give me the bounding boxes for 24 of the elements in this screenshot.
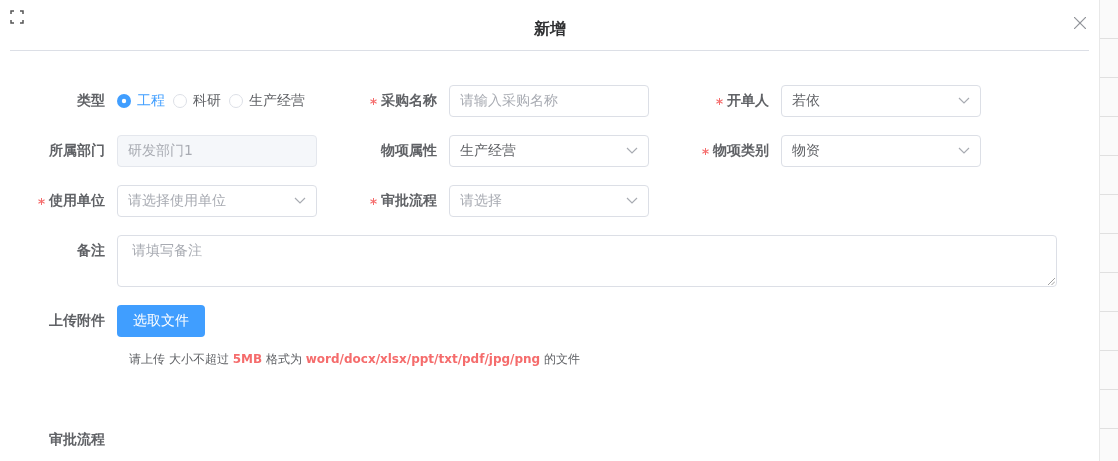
field-label: 备注	[77, 242, 105, 260]
select-file-button[interactable]: 选取文件	[117, 305, 205, 337]
radio-option[interactable]: 科研	[173, 92, 221, 110]
dialog-title: 新增	[533, 17, 566, 40]
input-field[interactable]: 请输入采购名称	[449, 85, 649, 117]
field-label: 所属部门	[49, 142, 105, 160]
select-field[interactable]: 请选择使用单位	[117, 185, 317, 217]
field-label: 物项类别	[713, 142, 769, 160]
field-label: 使用单位	[49, 192, 105, 210]
select-field[interactable]: 若依	[781, 85, 981, 117]
field-label: 开单人	[727, 92, 769, 110]
field-label: 物项属性	[381, 142, 437, 160]
select-field[interactable]: 生产经营	[449, 135, 649, 167]
field-label: 上传附件	[49, 312, 105, 330]
section-label: 审批流程	[49, 431, 105, 449]
radio-option[interactable]: 生产经营	[229, 92, 305, 110]
select-field[interactable]: 物资	[781, 135, 981, 167]
remarks-textarea[interactable]: 请填写备注	[117, 235, 1057, 287]
field-label: 类型	[77, 92, 105, 110]
upload-hint: 请上传 大小不超过 5MB 格式为 word/docx/xlsx/ppt/txt/pdf/jpg/png 的文件	[129, 351, 582, 368]
field-label: 采购名称	[381, 92, 437, 110]
radio-option[interactable]: 工程	[117, 92, 165, 110]
select-field[interactable]: 请选择	[449, 185, 649, 217]
field-label: 审批流程	[381, 192, 437, 210]
